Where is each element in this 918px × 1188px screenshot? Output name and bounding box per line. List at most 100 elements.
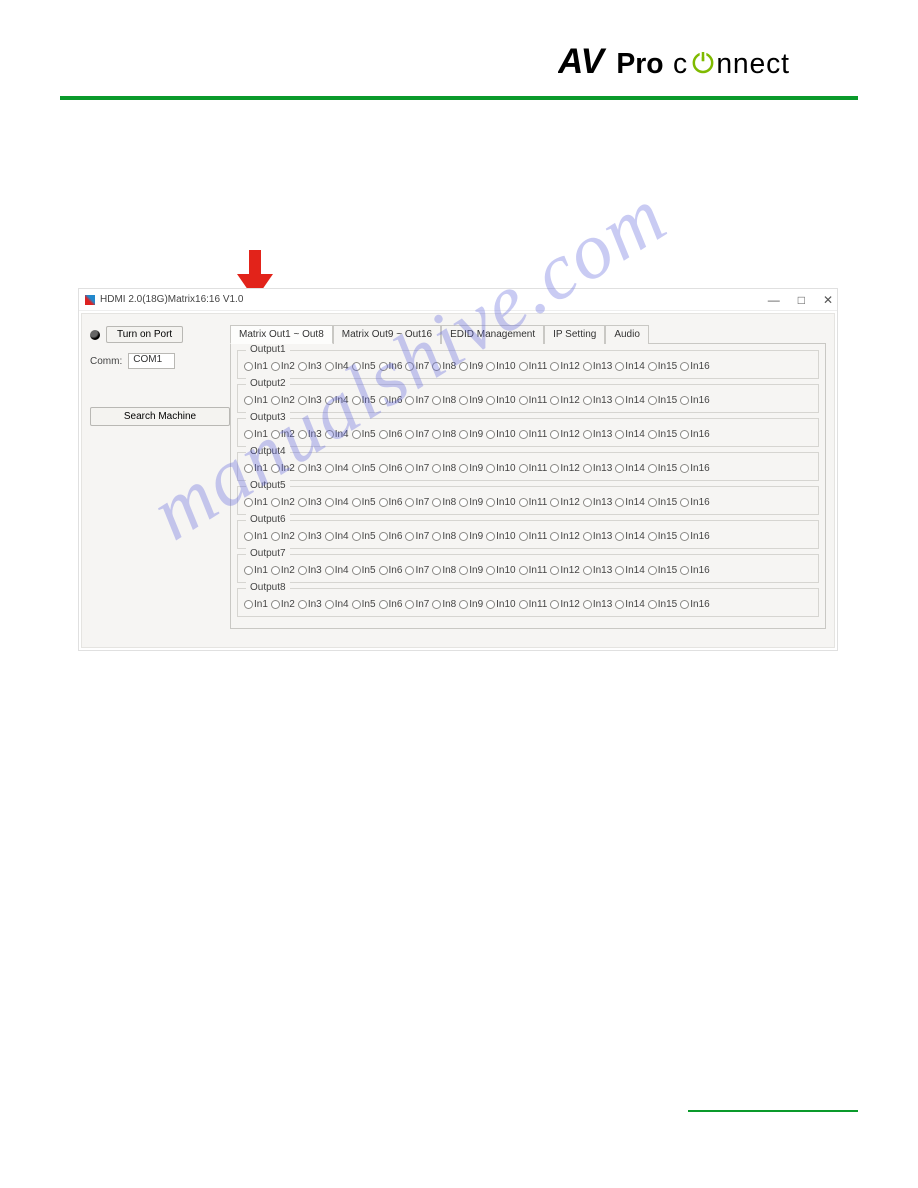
input-radio-1[interactable]: In1 bbox=[244, 395, 268, 406]
radio-icon[interactable] bbox=[352, 396, 361, 405]
input-radio-6[interactable]: In6 bbox=[379, 463, 403, 474]
input-radio-5[interactable]: In5 bbox=[352, 463, 376, 474]
input-radio-3[interactable]: In3 bbox=[298, 531, 322, 542]
input-radio-14[interactable]: In14 bbox=[615, 429, 644, 440]
tab-3[interactable]: IP Setting bbox=[544, 325, 605, 344]
radio-icon[interactable] bbox=[615, 362, 624, 371]
radio-icon[interactable] bbox=[680, 498, 689, 507]
radio-icon[interactable] bbox=[432, 362, 441, 371]
radio-icon[interactable] bbox=[352, 566, 361, 575]
input-radio-2[interactable]: In2 bbox=[271, 599, 295, 610]
input-radio-13[interactable]: In13 bbox=[583, 497, 612, 508]
radio-icon[interactable] bbox=[459, 600, 468, 609]
input-radio-4[interactable]: In4 bbox=[325, 497, 349, 508]
input-radio-15[interactable]: In15 bbox=[648, 531, 677, 542]
radio-icon[interactable] bbox=[352, 430, 361, 439]
radio-icon[interactable] bbox=[486, 498, 495, 507]
input-radio-10[interactable]: In10 bbox=[486, 429, 515, 440]
radio-icon[interactable] bbox=[519, 498, 528, 507]
input-radio-4[interactable]: In4 bbox=[325, 599, 349, 610]
radio-icon[interactable] bbox=[550, 464, 559, 473]
input-radio-6[interactable]: In6 bbox=[379, 361, 403, 372]
input-radio-12[interactable]: In12 bbox=[550, 497, 579, 508]
input-radio-7[interactable]: In7 bbox=[405, 361, 429, 372]
input-radio-7[interactable]: In7 bbox=[405, 565, 429, 576]
input-radio-9[interactable]: In9 bbox=[459, 565, 483, 576]
minimize-button[interactable]: — bbox=[768, 293, 780, 307]
radio-icon[interactable] bbox=[325, 532, 334, 541]
input-radio-13[interactable]: In13 bbox=[583, 429, 612, 440]
radio-icon[interactable] bbox=[432, 464, 441, 473]
radio-icon[interactable] bbox=[298, 396, 307, 405]
radio-icon[interactable] bbox=[459, 498, 468, 507]
radio-icon[interactable] bbox=[550, 532, 559, 541]
tab-0[interactable]: Matrix Out1 ~ Out8 bbox=[230, 325, 333, 344]
radio-icon[interactable] bbox=[648, 464, 657, 473]
radio-icon[interactable] bbox=[352, 600, 361, 609]
radio-icon[interactable] bbox=[298, 498, 307, 507]
radio-icon[interactable] bbox=[271, 566, 280, 575]
input-radio-10[interactable]: In10 bbox=[486, 599, 515, 610]
radio-icon[interactable] bbox=[325, 498, 334, 507]
input-radio-5[interactable]: In5 bbox=[352, 497, 376, 508]
input-radio-3[interactable]: In3 bbox=[298, 361, 322, 372]
input-radio-5[interactable]: In5 bbox=[352, 361, 376, 372]
input-radio-11[interactable]: In11 bbox=[519, 497, 548, 508]
input-radio-16[interactable]: In16 bbox=[680, 395, 709, 406]
input-radio-14[interactable]: In14 bbox=[615, 395, 644, 406]
radio-icon[interactable] bbox=[615, 430, 624, 439]
radio-icon[interactable] bbox=[615, 464, 624, 473]
input-radio-15[interactable]: In15 bbox=[648, 361, 677, 372]
radio-icon[interactable] bbox=[244, 498, 253, 507]
radio-icon[interactable] bbox=[583, 430, 592, 439]
input-radio-7[interactable]: In7 bbox=[405, 531, 429, 542]
turn-on-port-button[interactable]: Turn on Port bbox=[106, 326, 183, 343]
input-radio-2[interactable]: In2 bbox=[271, 531, 295, 542]
input-radio-10[interactable]: In10 bbox=[486, 531, 515, 542]
input-radio-5[interactable]: In5 bbox=[352, 429, 376, 440]
input-radio-3[interactable]: In3 bbox=[298, 565, 322, 576]
input-radio-11[interactable]: In11 bbox=[519, 599, 548, 610]
input-radio-6[interactable]: In6 bbox=[379, 395, 403, 406]
input-radio-16[interactable]: In16 bbox=[680, 599, 709, 610]
input-radio-4[interactable]: In4 bbox=[325, 361, 349, 372]
radio-icon[interactable] bbox=[519, 396, 528, 405]
radio-icon[interactable] bbox=[459, 396, 468, 405]
input-radio-2[interactable]: In2 bbox=[271, 429, 295, 440]
radio-icon[interactable] bbox=[379, 396, 388, 405]
input-radio-10[interactable]: In10 bbox=[486, 361, 515, 372]
input-radio-14[interactable]: In14 bbox=[615, 463, 644, 474]
radio-icon[interactable] bbox=[519, 566, 528, 575]
input-radio-8[interactable]: In8 bbox=[432, 531, 456, 542]
input-radio-16[interactable]: In16 bbox=[680, 497, 709, 508]
input-radio-6[interactable]: In6 bbox=[379, 565, 403, 576]
radio-icon[interactable] bbox=[298, 600, 307, 609]
radio-icon[interactable] bbox=[271, 396, 280, 405]
input-radio-3[interactable]: In3 bbox=[298, 497, 322, 508]
radio-icon[interactable] bbox=[648, 396, 657, 405]
radio-icon[interactable] bbox=[519, 600, 528, 609]
radio-icon[interactable] bbox=[379, 532, 388, 541]
input-radio-14[interactable]: In14 bbox=[615, 497, 644, 508]
input-radio-12[interactable]: In12 bbox=[550, 429, 579, 440]
input-radio-8[interactable]: In8 bbox=[432, 497, 456, 508]
input-radio-16[interactable]: In16 bbox=[680, 429, 709, 440]
input-radio-2[interactable]: In2 bbox=[271, 463, 295, 474]
radio-icon[interactable] bbox=[298, 566, 307, 575]
radio-icon[interactable] bbox=[680, 430, 689, 439]
radio-icon[interactable] bbox=[486, 566, 495, 575]
radio-icon[interactable] bbox=[271, 532, 280, 541]
input-radio-13[interactable]: In13 bbox=[583, 463, 612, 474]
radio-icon[interactable] bbox=[352, 532, 361, 541]
radio-icon[interactable] bbox=[583, 600, 592, 609]
radio-icon[interactable] bbox=[271, 430, 280, 439]
input-radio-2[interactable]: In2 bbox=[271, 497, 295, 508]
radio-icon[interactable] bbox=[325, 430, 334, 439]
radio-icon[interactable] bbox=[325, 464, 334, 473]
input-radio-10[interactable]: In10 bbox=[486, 463, 515, 474]
input-radio-13[interactable]: In13 bbox=[583, 531, 612, 542]
radio-icon[interactable] bbox=[550, 430, 559, 439]
radio-icon[interactable] bbox=[298, 362, 307, 371]
input-radio-15[interactable]: In15 bbox=[648, 497, 677, 508]
input-radio-6[interactable]: In6 bbox=[379, 429, 403, 440]
